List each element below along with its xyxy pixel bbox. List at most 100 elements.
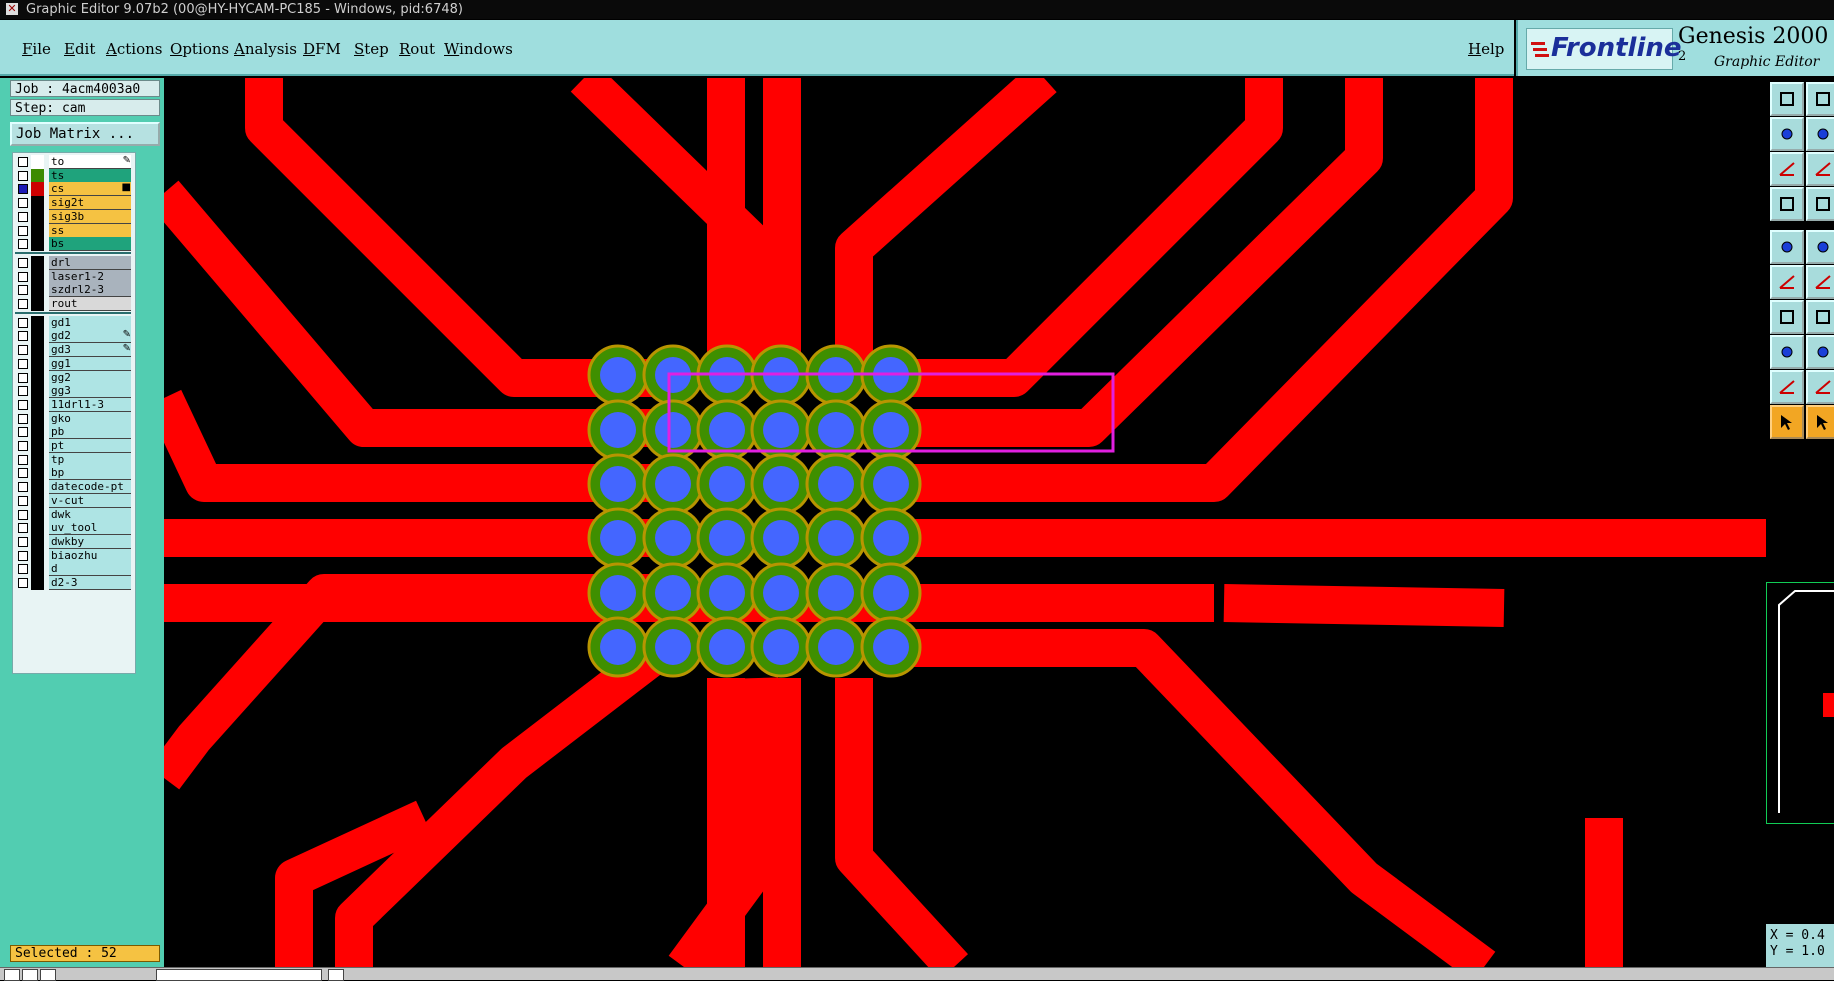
layer-color-swatch[interactable] [31, 534, 44, 549]
menu-windows[interactable]: Windows [444, 40, 513, 58]
layer-color-swatch[interactable] [31, 562, 44, 577]
layer-checkbox[interactable] [18, 523, 28, 534]
layer-up-icon[interactable] [1770, 82, 1804, 116]
bga-pad[interactable] [709, 575, 745, 611]
layer-color-swatch[interactable] [31, 255, 44, 270]
pan-right-icon[interactable] [1806, 117, 1834, 151]
layer-color-swatch[interactable] [31, 480, 44, 495]
layer-color-swatch[interactable] [31, 237, 44, 252]
layer-row[interactable]: uv_tool [15, 521, 131, 536]
bga-pad[interactable] [818, 466, 854, 502]
layer-color-swatch[interactable] [31, 283, 44, 298]
pcb-drawing[interactable] [164, 78, 1766, 967]
zoom-fit-icon[interactable] [1770, 152, 1804, 186]
select-pointer-icon[interactable] [1770, 405, 1804, 439]
layer-name[interactable]: sig2t [49, 196, 131, 211]
layer-color-swatch[interactable] [31, 548, 44, 563]
graphic-canvas[interactable] [164, 78, 1766, 967]
bga-pad[interactable] [818, 412, 854, 448]
layer-name[interactable]: v-cut [49, 493, 131, 508]
pan-left-icon[interactable] [1770, 117, 1804, 151]
layer-name[interactable]: sig3b [49, 209, 131, 224]
layer-down-icon[interactable] [1806, 82, 1834, 116]
layer-row[interactable]: gd3 ✎ [15, 343, 131, 358]
bga-pad[interactable] [600, 575, 636, 611]
layer-row[interactable]: rout [15, 297, 131, 311]
layer-color-swatch[interactable] [31, 297, 44, 311]
angle-icon[interactable] [1770, 300, 1804, 334]
bga-pad[interactable] [600, 629, 636, 665]
layer-row[interactable]: dwkby [15, 534, 131, 549]
layer-checkbox[interactable] [18, 509, 28, 520]
layer-checkbox[interactable] [18, 211, 28, 222]
layer-color-swatch[interactable] [31, 209, 44, 224]
layer-name[interactable]: bp [49, 466, 131, 481]
line-shape-icon[interactable] [1806, 230, 1834, 264]
layer-checkbox[interactable] [18, 331, 28, 342]
layer-color-swatch[interactable] [31, 493, 44, 508]
status-toggle-4[interactable] [328, 969, 344, 981]
layer-color-swatch[interactable] [31, 269, 44, 284]
status-toggle-1[interactable] [4, 969, 20, 981]
layer-row[interactable]: d2-3 [15, 576, 131, 590]
bga-pad[interactable] [655, 466, 691, 502]
layer-name[interactable]: bs [49, 237, 131, 252]
layer-name[interactable]: to [49, 155, 131, 169]
layer-checkbox[interactable] [18, 345, 28, 356]
bga-pad[interactable] [873, 629, 909, 665]
bga-pad[interactable] [873, 575, 909, 611]
bga-pad[interactable] [709, 520, 745, 556]
layer-checkbox[interactable] [18, 413, 28, 424]
layer-name[interactable]: gko [49, 411, 131, 426]
layer-name[interactable]: biaozhu [49, 548, 131, 563]
layer-row[interactable]: to ✎ [15, 155, 131, 169]
bga-pad[interactable] [600, 412, 636, 448]
bga-pad[interactable] [873, 412, 909, 448]
bga-pad[interactable] [763, 466, 799, 502]
layer-row[interactable]: dwk [15, 507, 131, 522]
menu-rout[interactable]: Rout [399, 40, 435, 58]
bga-pad[interactable] [818, 629, 854, 665]
bga-pad[interactable] [873, 520, 909, 556]
layer-checkbox[interactable] [18, 170, 28, 181]
menu-dfm[interactable]: DFM [303, 40, 341, 58]
layer-checkbox[interactable] [18, 257, 28, 268]
dimension-icon[interactable] [1806, 335, 1834, 369]
layer-checkbox[interactable] [18, 157, 28, 167]
layer-name[interactable]: gg3 [49, 384, 131, 399]
layer-name[interactable]: datecode-pt [49, 480, 131, 495]
measure-icon[interactable] [1770, 187, 1804, 221]
layer-row[interactable]: tp [15, 452, 131, 467]
bga-pad[interactable] [655, 629, 691, 665]
layer-name[interactable]: ts [49, 168, 131, 183]
net-icon[interactable] [1770, 265, 1804, 299]
layer-color-swatch[interactable] [31, 384, 44, 399]
layer-name[interactable]: 11drl1-3 [49, 397, 131, 412]
layer-row[interactable]: datecode-pt [15, 480, 131, 495]
layer-color-swatch[interactable] [31, 507, 44, 522]
status-toggle-3[interactable] [40, 969, 56, 981]
bga-pad[interactable] [709, 412, 745, 448]
bga-pad[interactable] [600, 357, 636, 393]
layer-color-swatch[interactable] [31, 223, 44, 238]
layer-row[interactable]: gg3 [15, 384, 131, 399]
layer-name[interactable]: ss [49, 223, 131, 238]
menu-step[interactable]: Step [354, 40, 389, 58]
layer-checkbox[interactable] [18, 225, 28, 236]
layer-row[interactable]: laser1-2 [15, 269, 131, 284]
layer-color-swatch[interactable] [31, 329, 44, 344]
layer-row[interactable]: gd2 ✎ [15, 329, 131, 344]
mini-map[interactable] [1766, 582, 1834, 824]
menu-options[interactable]: Options [170, 40, 229, 58]
layer-name[interactable]: tp [49, 452, 131, 467]
layer-name[interactable]: dwk [49, 507, 131, 522]
layer-checkbox[interactable] [18, 184, 28, 195]
layer-checkbox[interactable] [18, 468, 28, 479]
layer-row[interactable]: gko [15, 411, 131, 426]
layer-name[interactable]: pt [49, 439, 131, 453]
copper-trace[interactable] [835, 78, 1057, 378]
layer-row[interactable]: sig2t [15, 196, 131, 211]
menu-file[interactable]: File [22, 40, 51, 58]
layer-checkbox[interactable] [18, 454, 28, 465]
layer-checkbox[interactable] [18, 427, 28, 438]
